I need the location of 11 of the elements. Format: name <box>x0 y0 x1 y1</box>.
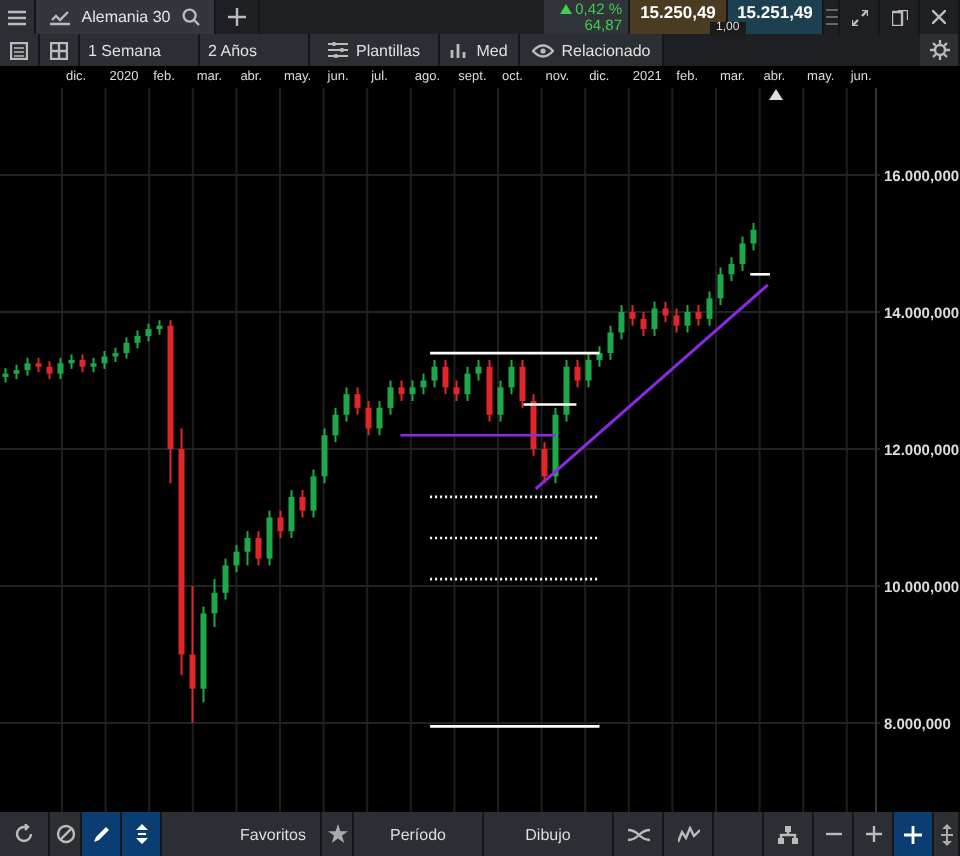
templates-button[interactable]: Plantillas <box>310 34 440 66</box>
period-selector[interactable]: 1 Semana <box>80 34 200 66</box>
chart-tab[interactable]: Alemania 30 <box>36 0 216 34</box>
buy-price: 15.251,49 <box>737 2 813 22</box>
studies-button[interactable]: Med <box>440 34 520 66</box>
sell-price: 15.250,49 <box>640 2 716 22</box>
related-button[interactable]: Relacionado <box>520 34 664 66</box>
period-button[interactable]: Período <box>354 812 484 856</box>
favorites-button[interactable]: Favoritos <box>226 812 322 856</box>
drawing-button[interactable]: Dibujo <box>484 812 614 856</box>
range-selector[interactable]: 2 Años <box>200 34 310 66</box>
